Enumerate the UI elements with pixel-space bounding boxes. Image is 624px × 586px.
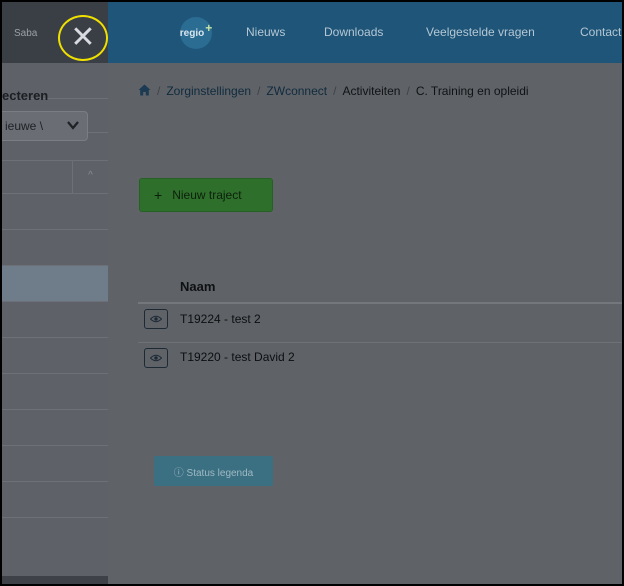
view-row-button[interactable] [144,309,168,329]
status-legend-button[interactable]: ⓘ Status legenda [154,456,273,486]
regio-logo[interactable]: regio + [180,17,212,49]
close-icon: ✕ [70,21,96,54]
top-navbar: regio + Nieuws Downloads Veelgestelde vra… [108,2,622,63]
chevron-down-icon [67,118,79,133]
breadcrumb-zwconnect[interactable]: ZWconnect [266,84,327,98]
nav-nieuws[interactable]: Nieuws [246,25,285,39]
nav-contact[interactable]: Contact [580,25,621,39]
sidebar-footer [2,576,108,584]
filter-select[interactable]: ieuwe \ [2,111,88,141]
breadcrumb-zorginstellingen[interactable]: Zorginstellingen [166,84,251,98]
breadcrumb-current: C. Training en opleidi [415,84,529,98]
new-traject-label: Nieuw traject [172,188,242,202]
sidebar-list-item[interactable] [2,446,108,482]
close-sidebar-button[interactable]: ✕ [58,15,108,61]
sidebar: Saba ✕ ecteren ieuwe \ ^ [2,2,108,584]
sidebar-list-item[interactable] [2,194,108,230]
sidebar-list-item[interactable] [2,266,108,302]
breadcrumb-separator: / [333,84,337,98]
table-row[interactable]: T19224 - test 2 [180,312,261,326]
breadcrumb-separator: / [157,84,161,98]
chevron-up-icon: ^ [88,170,93,181]
table-header-name: Naam [180,279,216,294]
breadcrumb-activiteiten: Activiteiten [342,84,401,98]
table-header-divider [138,302,622,304]
app-frame: Saba ✕ ecteren ieuwe \ ^ regio + Nieuws … [0,0,624,586]
status-legend-label: ⓘ Status legenda [173,467,254,479]
table-row-divider [138,342,622,343]
sidebar-list-item[interactable] [2,482,108,518]
sidebar-list-item[interactable] [2,230,108,266]
sidebar-user-name: Saba [14,28,38,39]
logo-plus: + [205,21,213,35]
home-icon[interactable] [138,84,151,96]
view-row-button[interactable] [144,348,168,368]
filter-label: ecteren [2,88,49,103]
main-content: regio + Nieuws Downloads Veelgestelde vra… [108,2,622,584]
sort-toggle[interactable]: ^ [72,160,108,194]
new-traject-button[interactable]: + Nieuw traject [139,178,273,212]
nav-downloads[interactable]: Downloads [324,25,383,39]
plus-icon: + [154,187,163,203]
sidebar-header: Saba ✕ [2,2,108,63]
sidebar-list-item[interactable] [2,410,108,446]
eye-icon [149,310,163,328]
sidebar-list-item[interactable] [2,338,108,374]
breadcrumb: / Zorginstellingen / ZWconnect / Activiteiten… [138,83,529,98]
sidebar-list-item[interactable] [2,374,108,410]
eye-icon [149,349,163,367]
table-row[interactable]: T19220 - test David 2 [180,350,295,364]
filter-select-value: ieuwe \ [5,119,44,133]
logo-text: regio [179,27,205,39]
breadcrumb-separator: / [257,84,261,98]
sidebar-list-item[interactable] [2,302,108,338]
nav-faq[interactable]: Veelgestelde vragen [426,25,535,39]
breadcrumb-separator: / [406,84,410,98]
